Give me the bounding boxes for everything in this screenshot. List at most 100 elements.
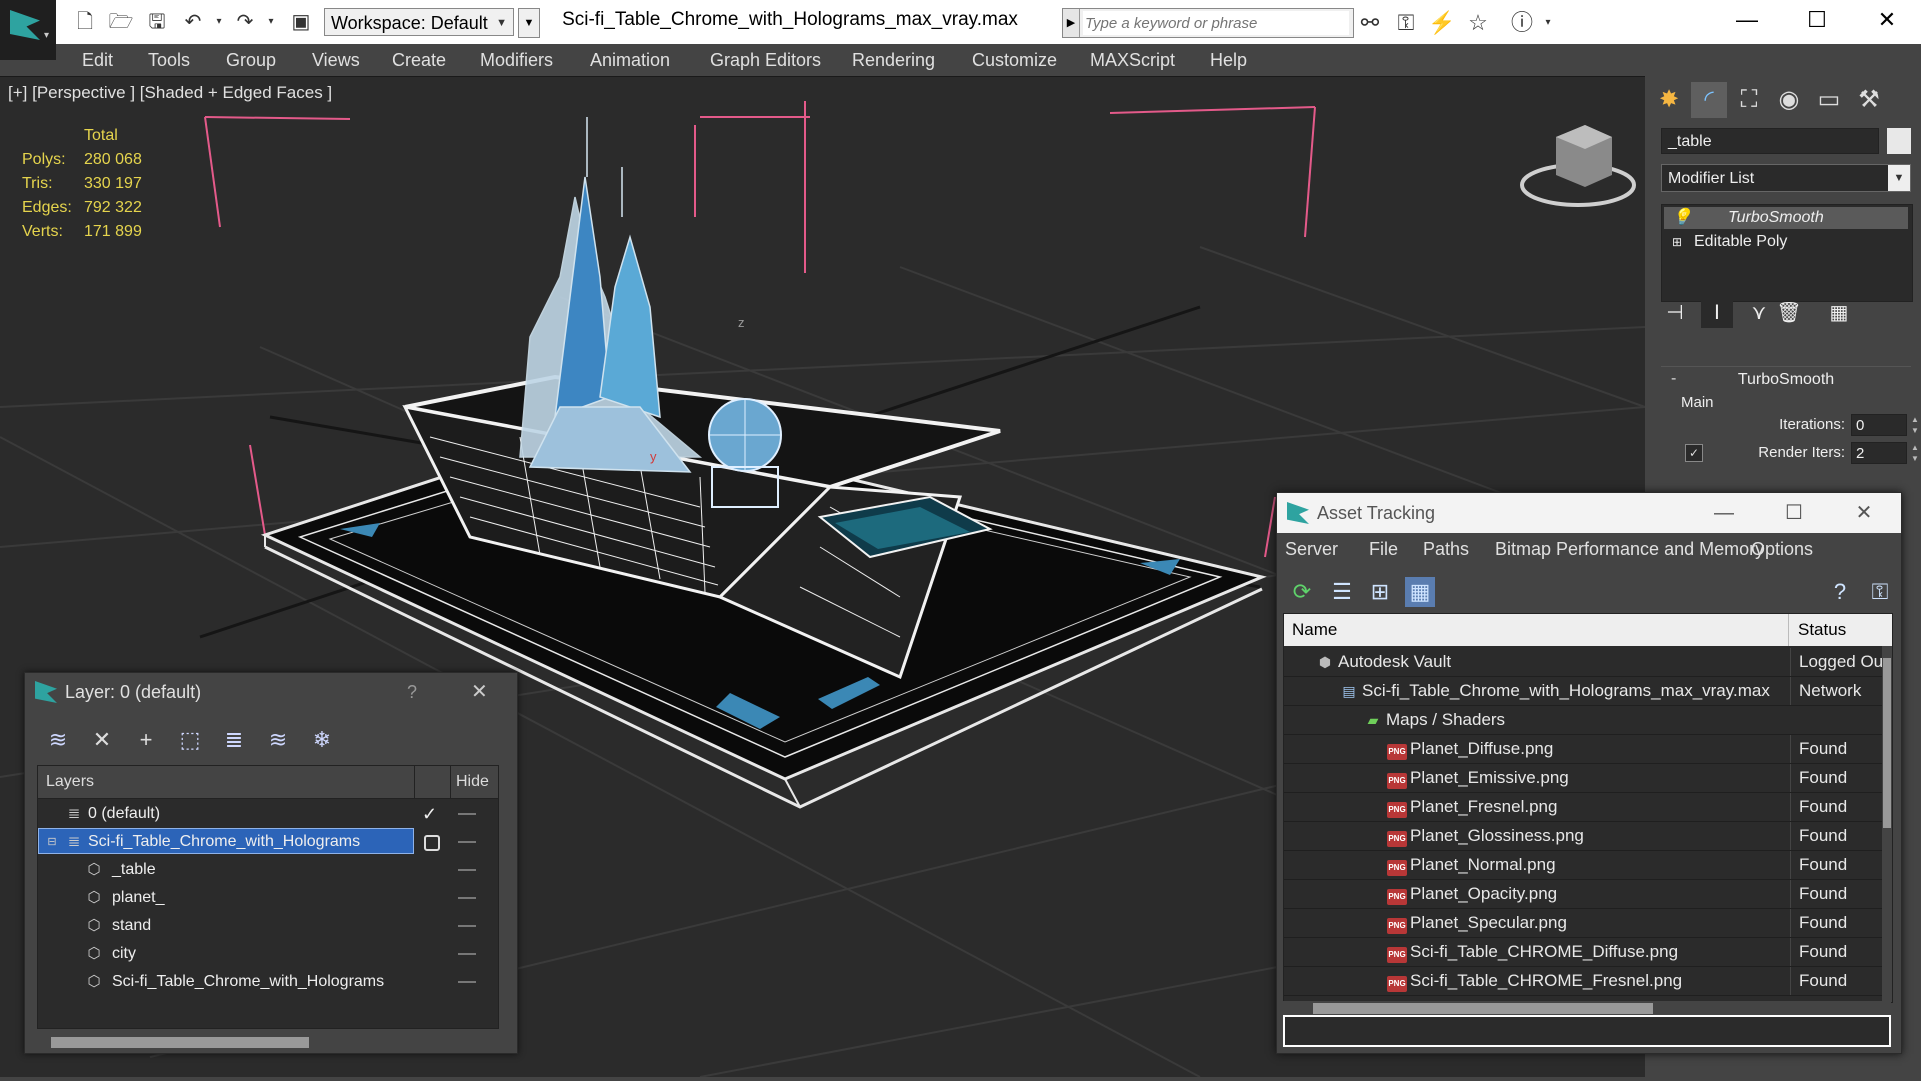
collapse-minus-icon[interactable]: ⊟: [42, 828, 62, 856]
col-hide[interactable]: Hide: [456, 766, 489, 798]
highlight-layer-icon[interactable]: ≣: [219, 725, 249, 755]
asset-row[interactable]: PNG Planet_Fresnel.png Found: [1284, 793, 1892, 822]
help-icon[interactable]: ⓘ: [1508, 10, 1536, 36]
vault-login-icon[interactable]: ⚿: [1865, 577, 1895, 607]
workspace-select[interactable]: Workspace: Default ▼: [324, 8, 514, 36]
layer-horizontal-scrollbar[interactable]: [37, 1035, 497, 1049]
hierarchy-tab-icon[interactable]: ⛶: [1731, 82, 1767, 118]
configure-modifier-sets-icon[interactable]: ▦: [1823, 298, 1855, 328]
lightbulb-icon[interactable]: 💡: [1672, 207, 1692, 229]
search-box[interactable]: ▶: [1062, 8, 1354, 38]
close-button[interactable]: ✕: [1829, 493, 1899, 533]
tree-view-icon[interactable]: ⊞: [1365, 577, 1395, 607]
undo-icon[interactable]: ↶: [180, 10, 206, 34]
menu-maxscript[interactable]: MAXScript: [1090, 44, 1175, 76]
layer-row-selected[interactable]: ⊟ ≣ Sci-fi_Table_Chrome_with_Holograms: [38, 828, 498, 856]
hide-toggle[interactable]: [458, 841, 476, 843]
hide-toggle[interactable]: [458, 981, 476, 983]
active-layer-checkmark-icon[interactable]: ✓: [422, 800, 437, 828]
hide-toggle[interactable]: [458, 953, 476, 955]
menu-graph-editors[interactable]: Graph Editors: [710, 44, 821, 76]
workspace-menu-icon[interactable]: ▼: [518, 8, 540, 38]
binoculars-icon[interactable]: ⚯: [1356, 10, 1384, 36]
scrollbar-thumb[interactable]: [1883, 658, 1891, 828]
make-unique-icon[interactable]: ⋎: [1743, 298, 1775, 328]
add-to-layer-icon[interactable]: +: [131, 725, 161, 755]
show-end-result-icon[interactable]: Ⅰ: [1701, 298, 1733, 328]
render-iters-checkbox[interactable]: ✓: [1685, 444, 1703, 462]
asset-vertical-scrollbar[interactable]: [1882, 646, 1892, 1002]
hide-toggle[interactable]: [458, 813, 476, 815]
hide-all-layers-icon[interactable]: ≋: [263, 725, 293, 755]
create-layer-icon[interactable]: ≋: [43, 725, 73, 755]
asset-row[interactable]: PNG Planet_Emissive.png Found: [1284, 764, 1892, 793]
search-input[interactable]: [1083, 11, 1349, 35]
render-iters-spinner[interactable]: 2: [1851, 442, 1907, 464]
save-icon[interactable]: 🖫: [144, 10, 170, 34]
layer-window-titlebar[interactable]: Layer: 0 (default) ? ✕: [25, 673, 517, 711]
open-file-icon[interactable]: 🗁: [108, 10, 134, 34]
asset-row[interactable]: ▰ Maps / Shaders: [1284, 706, 1892, 735]
vault-help-icon[interactable]: ?: [1825, 577, 1855, 607]
viewcube[interactable]: [1520, 125, 1636, 207]
object-color-swatch[interactable]: [1887, 128, 1911, 154]
minimize-button[interactable]: —: [1689, 493, 1759, 533]
col-status[interactable]: Status: [1798, 614, 1846, 646]
scrollbar-thumb[interactable]: [1313, 1003, 1653, 1014]
search-expand-icon[interactable]: ▶: [1063, 9, 1080, 37]
object-row[interactable]: ⬡ Sci-fi_Table_Chrome_with_Holograms: [38, 968, 498, 996]
asset-tracking-titlebar[interactable]: Asset Tracking — ☐ ✕: [1277, 493, 1901, 533]
asset-horizontal-scrollbar[interactable]: [1283, 1001, 1891, 1015]
asset-path-field[interactable]: [1283, 1015, 1891, 1047]
col-layers[interactable]: Layers: [46, 766, 94, 798]
layer-window-close-button[interactable]: ✕: [471, 673, 488, 711]
asset-row[interactable]: PNG Sci-fi_Table_CHROME_Diffuse.png Foun…: [1284, 938, 1892, 967]
maximize-button[interactable]: ☐: [1782, 0, 1852, 44]
list-view-icon[interactable]: ☰: [1327, 577, 1357, 607]
help-dropdown-icon[interactable]: ▾: [1534, 10, 1562, 36]
asset-menu-server[interactable]: Server: [1285, 533, 1338, 565]
asset-row[interactable]: PNG Planet_Diffuse.png Found: [1284, 735, 1892, 764]
asset-menu-file[interactable]: File: [1369, 533, 1398, 565]
modifier-list-dropdown[interactable]: Modifier List ▼: [1661, 164, 1911, 192]
communication-center-icon[interactable]: ⚡: [1428, 10, 1456, 36]
stack-item-turbosmooth[interactable]: 💡 TurboSmooth: [1664, 207, 1908, 229]
menu-help[interactable]: Help: [1210, 44, 1247, 76]
menu-edit[interactable]: Edit: [82, 44, 113, 76]
hide-toggle[interactable]: [458, 897, 476, 899]
hide-toggle[interactable]: [458, 869, 476, 871]
asset-row[interactable]: ⬢ Autodesk Vault Logged Out: [1284, 648, 1892, 677]
asset-row[interactable]: ▤ Sci-fi_Table_Chrome_with_Holograms_max…: [1284, 677, 1892, 706]
asset-row[interactable]: PNG Sci-fi_Table_CHROME_Fresnel.png Foun…: [1284, 967, 1892, 996]
stack-item-editable-poly[interactable]: ⊞ Editable Poly: [1664, 231, 1908, 253]
layer-row[interactable]: ≣ 0 (default) ✓: [38, 800, 498, 828]
freeze-all-layers-icon[interactable]: ❄: [307, 725, 337, 755]
delete-layer-icon[interactable]: ✕: [87, 725, 117, 755]
turbosmooth-rollout-header[interactable]: TurboSmooth: [1661, 366, 1911, 393]
menu-rendering[interactable]: Rendering: [852, 44, 935, 76]
object-row[interactable]: ⬡ _table: [38, 856, 498, 884]
select-objects-icon[interactable]: ⬚: [175, 725, 205, 755]
menu-modifiers[interactable]: Modifiers: [480, 44, 553, 76]
object-row[interactable]: ⬡ planet_: [38, 884, 498, 912]
project-folder-icon[interactable]: ▣: [288, 10, 314, 34]
asset-row[interactable]: PNG Planet_Glossiness.png Found: [1284, 822, 1892, 851]
scrollbar-thumb[interactable]: [51, 1037, 309, 1048]
expand-plus-icon[interactable]: ⊞: [1672, 231, 1682, 253]
utilities-tab-icon[interactable]: ⚒: [1851, 82, 1887, 118]
set-current-layer-icon[interactable]: [424, 835, 440, 851]
app-logo[interactable]: ▾: [0, 0, 56, 60]
object-row[interactable]: ⬡ stand: [38, 912, 498, 940]
pin-stack-icon[interactable]: ⊣: [1659, 298, 1691, 328]
menu-group[interactable]: Group: [226, 44, 276, 76]
menu-tools[interactable]: Tools: [148, 44, 190, 76]
motion-tab-icon[interactable]: ◉: [1771, 82, 1807, 118]
key-icon[interactable]: ⚿: [1392, 10, 1420, 36]
close-button[interactable]: ✕: [1852, 0, 1921, 44]
maximize-button[interactable]: ☐: [1759, 493, 1829, 533]
object-name-field[interactable]: _table: [1661, 128, 1879, 154]
undo-dropdown-icon[interactable]: ▾: [206, 10, 232, 34]
new-file-icon[interactable]: 🗋: [72, 10, 98, 34]
object-row[interactable]: ⬡ city: [38, 940, 498, 968]
asset-row[interactable]: PNG Planet_Normal.png Found: [1284, 851, 1892, 880]
